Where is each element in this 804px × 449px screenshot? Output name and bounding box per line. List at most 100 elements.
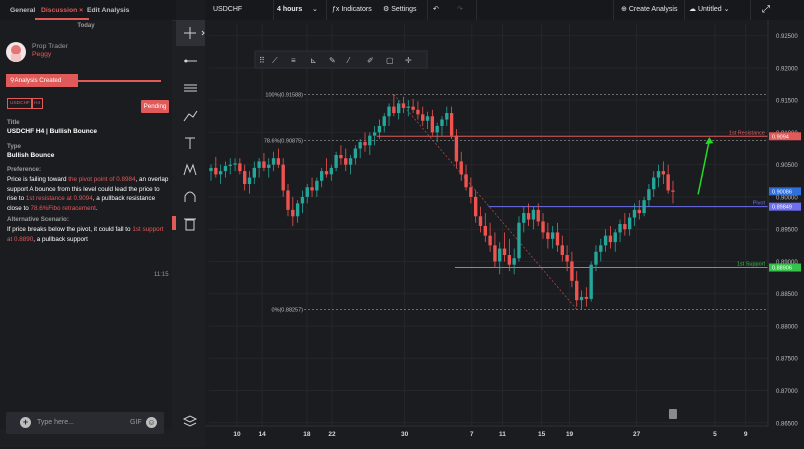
candle-body	[257, 161, 261, 168]
pattern-icon[interactable]	[183, 110, 198, 122]
avatar	[6, 42, 26, 62]
rectangle-icon[interactable]: ▢	[386, 56, 394, 65]
text-tool-icon[interactable]	[185, 137, 195, 149]
candle-body	[642, 200, 646, 214]
candle-body	[406, 106, 410, 108]
candle-body	[281, 164, 285, 191]
current-price-label: 0.90086	[772, 189, 792, 195]
candle-body	[445, 113, 449, 120]
fullscreen-icon[interactable]: ⤢	[762, 3, 770, 17]
y-tick-label: 0.87500	[776, 357, 798, 363]
x-tick-label: 22	[328, 431, 336, 438]
candle-body	[555, 232, 560, 246]
candle-body	[526, 213, 531, 220]
symbol-tag: USDCHF	[7, 98, 33, 109]
crosshair-icon[interactable]: ✛	[405, 56, 412, 65]
x-tick-label: 18	[303, 431, 311, 438]
add-attachment-icon[interactable]: +	[20, 417, 31, 428]
pencil-icon[interactable]: ✐	[367, 56, 374, 65]
layers-icon[interactable]	[182, 415, 198, 427]
candle-body	[344, 158, 348, 165]
candle-body	[473, 196, 478, 217]
drag-dots-icon[interactable]: ⠿	[259, 56, 265, 65]
candle-body	[570, 261, 574, 281]
candle-body	[656, 171, 661, 178]
candle-body	[541, 221, 545, 233]
candle-body	[454, 135, 459, 162]
trash-icon[interactable]	[184, 218, 196, 231]
settings-button[interactable]: ⚙ Settings	[383, 3, 417, 17]
price-tag-label: 0.89849	[772, 205, 792, 211]
candle-body	[652, 177, 656, 190]
candle-body	[339, 154, 343, 159]
candle-body	[478, 216, 483, 226]
fib-fan-icon[interactable]: ⊾	[310, 56, 317, 65]
interval-selector[interactable]: 4 hours	[277, 3, 302, 17]
key-level-name: 1st Support	[737, 262, 766, 268]
fib-retracement-icon[interactable]: ≡	[291, 56, 296, 65]
event-marker-icon[interactable]	[668, 409, 677, 419]
brush-icon[interactable]: ✎	[329, 56, 336, 65]
candle-body	[348, 158, 353, 165]
parallel-channel-icon[interactable]	[184, 84, 197, 92]
candle-body	[247, 177, 252, 185]
candle-body	[459, 161, 463, 175]
candle-body	[214, 167, 218, 175]
candle-body	[329, 167, 333, 175]
indicators-button[interactable]: ƒx Indicators	[332, 3, 372, 17]
candle-body	[440, 119, 444, 126]
candle-body	[387, 106, 391, 117]
candle-body	[228, 164, 232, 166]
candle-body	[368, 135, 372, 146]
gif-button[interactable]: GIF	[130, 419, 142, 426]
candle-body	[603, 235, 608, 246]
trend-line-icon[interactable]: ⟋	[272, 56, 278, 65]
candle-body	[363, 142, 367, 146]
y-tick-label: 0.86500	[776, 421, 798, 427]
x-tick-label: 15	[538, 431, 546, 438]
candle-body	[618, 224, 622, 233]
type-value: Bullish Bounce	[7, 152, 55, 159]
candle-body	[243, 171, 247, 185]
candle-body	[324, 171, 329, 175]
price-chart[interactable]: 100%(0.91588) 78.6%(0.90875) 0%(0.88257) 1s…	[205, 20, 804, 447]
message-input-bar: + Type here... GIF ☺	[6, 412, 164, 434]
undo-icon[interactable]: ↶	[433, 3, 439, 17]
horizontal-line-icon[interactable]	[184, 59, 197, 63]
author-role: Prop Trader	[32, 43, 68, 50]
candle-body	[560, 245, 564, 256]
emoji-icon[interactable]: ☺	[146, 417, 157, 428]
redo-icon[interactable]: ↷	[457, 3, 463, 17]
preference-text: Price is failing toward the pivot point …	[7, 176, 169, 212]
x-tick-label: 5	[713, 431, 717, 438]
discussion-panel: General Discussion × Edit Analysis Today…	[0, 0, 176, 447]
candle-body	[661, 171, 666, 175]
candle-body	[594, 251, 598, 265]
preference-label: Preference:	[7, 166, 42, 173]
x-tick-label: 14	[258, 431, 266, 438]
candle-body	[396, 103, 401, 114]
status-badge: Pending	[141, 100, 169, 113]
candle-body	[502, 248, 507, 256]
y-tick-label: 0.88500	[776, 292, 798, 298]
candle-body	[319, 171, 324, 181]
author-name[interactable]: Peggy	[32, 51, 51, 58]
key-level-name: 1st Resistance	[729, 130, 765, 136]
candle-body	[353, 148, 358, 159]
create-analysis-button[interactable]: ⊕ Create Analysis	[621, 3, 677, 17]
y-tick-label: 0.89500	[776, 228, 798, 234]
zigzag-icon[interactable]	[183, 163, 197, 176]
settings-label: Settings	[391, 6, 417, 13]
magnet-icon[interactable]	[184, 191, 196, 202]
candle-body	[647, 189, 651, 201]
tab-edit-analysis[interactable]: Edit Analysis	[81, 4, 135, 18]
message-input[interactable]: Type here...	[37, 419, 74, 426]
layout-menu[interactable]: ☁ Untitled ⌄	[689, 3, 730, 17]
alternative-text: If price breaks below the pivot, it coul…	[7, 226, 164, 243]
symbol-selector[interactable]: USDCHF	[213, 3, 242, 17]
candle-body	[411, 106, 415, 110]
fib-level-label: 100%(0.91588)	[265, 92, 303, 98]
candle-body	[382, 116, 386, 126]
chevron-down-icon[interactable]: ⌄	[312, 3, 318, 17]
candle-body	[632, 209, 637, 218]
